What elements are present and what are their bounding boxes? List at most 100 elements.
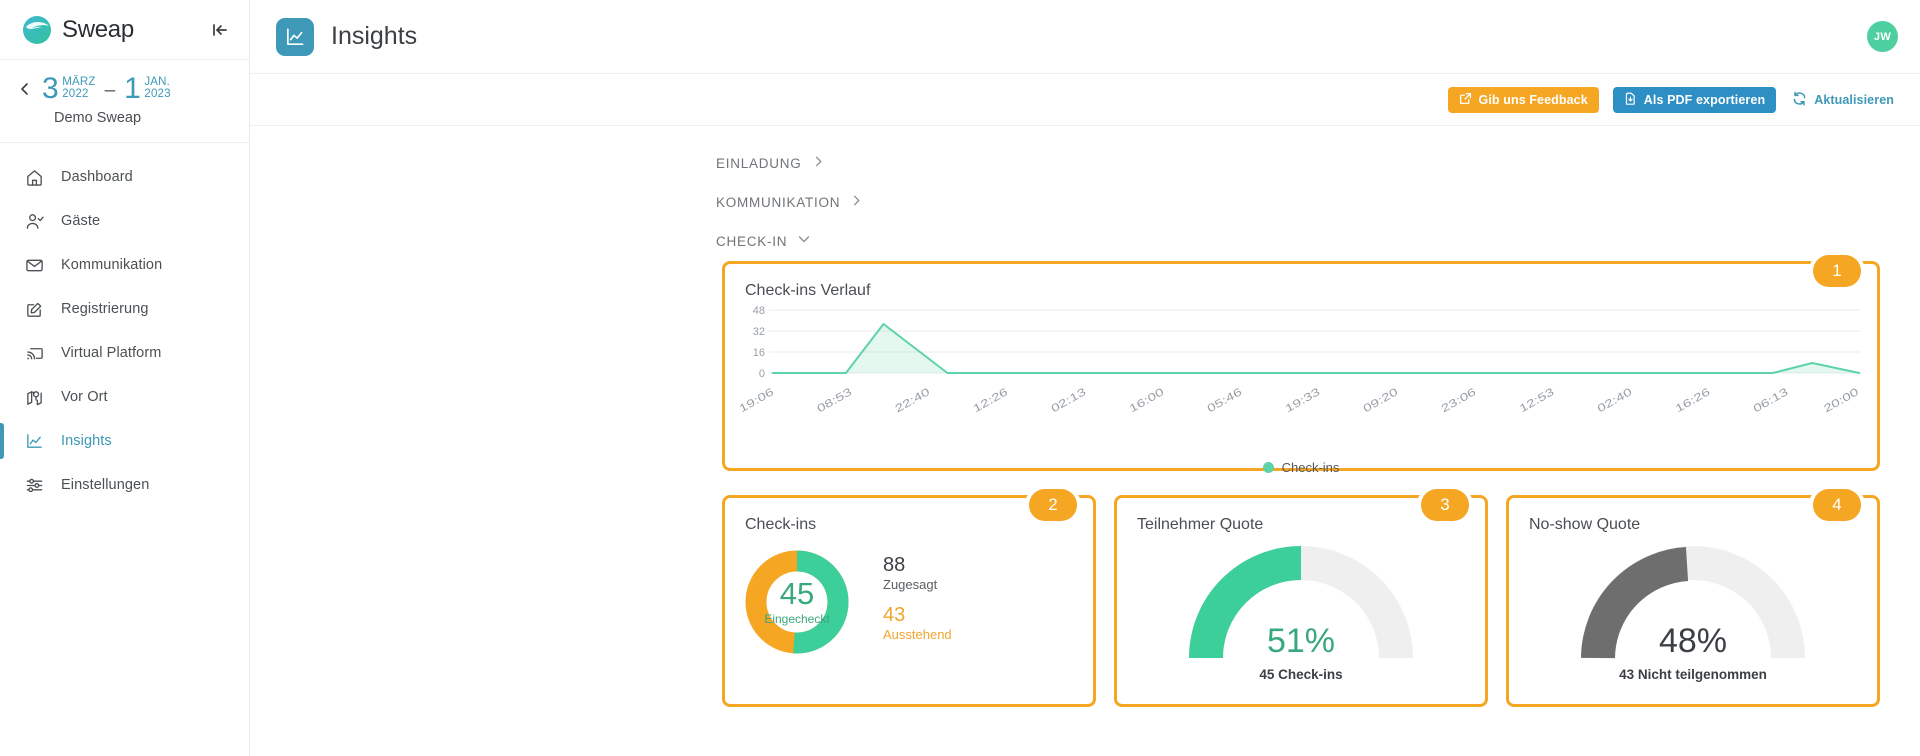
- y-axis-labels: 48 32 16 0: [753, 305, 765, 380]
- svg-text:12:26: 12:26: [971, 385, 1010, 415]
- x-axis-labels: 19:06 08:53 22:40 12:26 02:13 16:00 05:4…: [737, 385, 1861, 415]
- svg-text:19:06: 19:06: [737, 385, 776, 415]
- svg-text:48: 48: [753, 305, 765, 317]
- checkins-timeline-chart: 48 32 16 0 19:06 08:53 22:40 12:26 02:13…: [725, 300, 1877, 420]
- cast-icon: [23, 342, 45, 364]
- section-check-in[interactable]: CHECK-IN: [716, 222, 1920, 261]
- legend-color-swatch: [1262, 462, 1274, 473]
- collapse-left-icon[interactable]: [209, 19, 231, 41]
- main-area: Insights JW Gib uns Feedback Als PDF exp…: [250, 0, 1920, 756]
- chevron-right-icon[interactable]: [812, 155, 825, 173]
- sidebar-item-vor-ort[interactable]: Vor Ort: [0, 375, 249, 419]
- donut-stats: 88 Zugesagt 43 Ausstehend: [883, 554, 952, 650]
- sidebar-item-registrierung[interactable]: Registrierung: [0, 287, 249, 331]
- end-month: JAN.: [144, 76, 171, 88]
- svg-text:32: 32: [753, 326, 765, 338]
- noshow-percent: 48%: [1658, 622, 1728, 660]
- sidebar-item-dashboard[interactable]: Dashboard: [0, 155, 249, 199]
- page-title: Insights: [331, 22, 418, 50]
- event-date-range: 3 MÄRZ 2022 – 1 JAN. 2023: [0, 74, 249, 104]
- card-attendance-rate: 3 Teilnehmer Quote 51% 45 Check-ins: [1114, 489, 1488, 707]
- chart-line-icon: [23, 430, 45, 452]
- sidebar-item-virtual-platform[interactable]: Virtual Platform: [0, 331, 249, 375]
- svg-text:06:13: 06:13: [1751, 385, 1790, 415]
- chevron-left-icon[interactable]: [14, 78, 36, 100]
- sidebar-item-label: Einstellungen: [61, 477, 150, 493]
- sliders-icon: [23, 474, 45, 496]
- card-badge: 1: [1813, 255, 1861, 287]
- end-day: 1: [124, 72, 141, 105]
- noshow-gauge-chart: 48% 43 Nicht teilgenommen: [1509, 542, 1877, 692]
- sidebar-item-einstellungen[interactable]: Einstellungen: [0, 463, 249, 507]
- svg-text:02:13: 02:13: [1049, 385, 1088, 415]
- svg-text:05:46: 05:46: [1205, 385, 1244, 415]
- date-range-dash: –: [104, 79, 116, 101]
- refresh-button[interactable]: Aktualisieren: [1790, 87, 1896, 113]
- sidebar-item-label: Registrierung: [61, 301, 149, 317]
- chevron-right-icon[interactable]: [850, 194, 863, 212]
- attendance-percent: 51%: [1266, 622, 1336, 660]
- feedback-button[interactable]: Gib uns Feedback: [1447, 86, 1599, 113]
- sweap-logo-icon: [22, 15, 52, 45]
- event-end-date: 1 JAN. 2023: [124, 74, 171, 104]
- card-checkins-timeline: 1 Check-ins Verlauf 48 32 16 0 19:06 08:…: [722, 255, 1880, 475]
- map-pin-icon: [23, 386, 45, 408]
- card-noshow-rate: 4 No-show Quote 48% 43 Nicht teilgenomme…: [1506, 489, 1880, 707]
- user-check-icon: [23, 210, 45, 232]
- home-icon: [23, 166, 45, 188]
- checkins-donut-chart: 45 Eingecheckt 88 Zugesagt 43 Ausstehend: [725, 534, 1093, 656]
- sidebar-nav: Dashboard Gäste Kommunikation Registrier…: [0, 143, 249, 507]
- confirmed-label: Zugesagt: [883, 577, 938, 592]
- sidebar-item-kommunikation[interactable]: Kommunikation: [0, 243, 249, 287]
- confirmed-value: 88: [883, 554, 906, 576]
- svg-text:22:40: 22:40: [893, 385, 932, 415]
- sidebar-item-label: Insights: [61, 433, 112, 449]
- attendance-sub: 45 Check-ins: [1259, 667, 1343, 682]
- insights-content: EINLADUNG KOMMUNIKATION CHECK-IN 1 Check…: [250, 126, 1920, 756]
- action-toolbar: Gib uns Feedback Als PDF exportieren Akt…: [250, 74, 1920, 126]
- file-download-icon: [1624, 92, 1637, 108]
- sidebar-item-label: Kommunikation: [61, 257, 163, 273]
- event-selector[interactable]: 3 MÄRZ 2022 – 1 JAN. 2023 Demo Sweap: [0, 60, 249, 143]
- card-title: Check-ins Verlauf: [745, 282, 871, 299]
- sidebar: Sweap 3 MÄRZ 2022 – 1 JAN. 2023 Demo Swe…: [0, 0, 250, 756]
- donut-center-label: 45 Eingecheckt: [743, 548, 851, 656]
- svg-text:16:00: 16:00: [1127, 385, 1166, 415]
- chevron-down-icon[interactable]: [797, 232, 811, 251]
- svg-text:09:20: 09:20: [1361, 385, 1400, 415]
- section-einladung[interactable]: EINLADUNG: [716, 144, 1920, 183]
- cards-container: 1 Check-ins Verlauf 48 32 16 0 19:06 08:…: [722, 255, 1880, 707]
- legend-label: Check-ins: [1281, 460, 1340, 475]
- export-pdf-button[interactable]: Als PDF exportieren: [1612, 86, 1777, 113]
- card-checkins: 2 Check-ins 45 Eingecheckt 88 Zugesagt 4…: [722, 489, 1096, 707]
- feedback-button-label: Gib uns Feedback: [1478, 92, 1588, 107]
- svg-text:20:00: 20:00: [1822, 385, 1861, 415]
- sidebar-item-gaeste[interactable]: Gäste: [0, 199, 249, 243]
- svg-text:19:33: 19:33: [1283, 385, 1322, 415]
- sidebar-item-label: Dashboard: [61, 169, 133, 185]
- external-link-icon: [1459, 92, 1472, 108]
- section-label: EINLADUNG: [716, 156, 802, 171]
- brand-row: Sweap: [0, 0, 249, 60]
- section-label: CHECK-IN: [716, 234, 788, 249]
- sidebar-item-label: Vor Ort: [61, 389, 108, 405]
- metrics-row: 2 Check-ins 45 Eingecheckt 88 Zugesagt 4…: [722, 489, 1880, 707]
- section-kommunikation[interactable]: KOMMUNIKATION: [716, 183, 1920, 222]
- event-name: Demo Sweap: [54, 110, 142, 126]
- svg-text:12:53: 12:53: [1517, 385, 1556, 415]
- page-header: Insights JW: [250, 0, 1920, 74]
- start-month: MÄRZ: [62, 76, 96, 88]
- chart-line-icon: [276, 17, 314, 56]
- card-badge: 4: [1813, 489, 1861, 521]
- attendance-gauge-chart: 51% 45 Check-ins: [1117, 542, 1485, 692]
- export-pdf-button-label: Als PDF exportieren: [1643, 92, 1766, 107]
- avatar[interactable]: JW: [1867, 21, 1898, 52]
- mail-icon: [23, 254, 45, 276]
- start-day: 3: [42, 72, 59, 105]
- noshow-sub: 43 Nicht teilgenommen: [1619, 667, 1767, 682]
- form-edit-icon: [23, 298, 45, 320]
- sidebar-item-insights[interactable]: Insights: [0, 419, 249, 463]
- donut-value: 45: [779, 576, 815, 611]
- svg-text:16: 16: [753, 347, 765, 359]
- card-badge: 3: [1421, 489, 1469, 521]
